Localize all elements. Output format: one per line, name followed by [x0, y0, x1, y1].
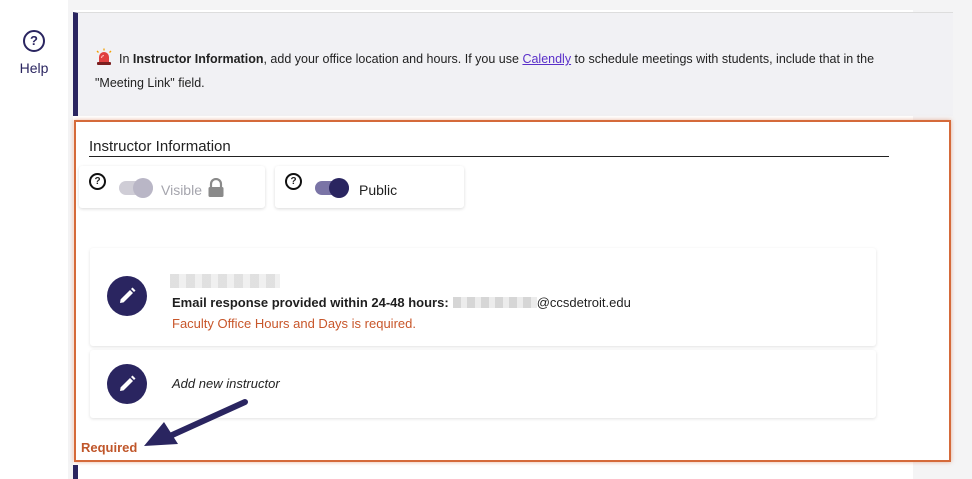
visible-label: Visible: [161, 182, 202, 198]
public-switch[interactable]: [315, 178, 349, 198]
next-banner-edge: [73, 465, 78, 479]
banner-text: In Instructor Information, add your offi…: [95, 47, 895, 95]
instructor-card: Email response provided within 24-48 hou…: [90, 248, 876, 346]
question-icon[interactable]: ?: [285, 173, 302, 190]
visible-switch[interactable]: [119, 178, 153, 198]
question-icon[interactable]: ?: [89, 173, 106, 190]
help-label: Help: [19, 60, 49, 76]
email-label: Email response provided within 24-48 hou…: [172, 295, 449, 310]
alarm-light-icon: [96, 48, 112, 65]
calendly-link[interactable]: Calendly: [522, 52, 571, 66]
public-toggle-card: ? Public: [275, 166, 464, 208]
email-response-line: Email response provided within 24-48 hou…: [172, 295, 631, 310]
annotation-arrow-icon: [144, 399, 248, 446]
banner-bold: Instructor Information: [132, 52, 264, 66]
lock-icon: [208, 178, 224, 197]
redacted-instructor-name: [170, 274, 280, 288]
redacted-email: [452, 297, 537, 308]
public-label: Public: [359, 182, 398, 198]
help-circle-icon: ?: [23, 30, 45, 52]
help-rail: ? Help: [0, 0, 68, 479]
banner-prefix: In: [119, 52, 133, 66]
edit-instructor-button[interactable]: [107, 276, 147, 316]
office-hours-error: Faculty Office Hours and Days is require…: [172, 316, 416, 331]
section-title: Instructor Information: [89, 138, 889, 157]
email-domain: @ccsdetroit.edu: [536, 295, 631, 310]
visible-toggle-card: ? Visible: [79, 166, 265, 208]
info-banner: In Instructor Information, add your offi…: [73, 12, 953, 116]
required-label: Required: [81, 440, 138, 455]
pencil-icon: [120, 287, 136, 303]
banner-middle: , add your office location and hours. If…: [263, 52, 523, 66]
add-instructor-label: Add new instructor: [172, 376, 280, 391]
pencil-icon: [120, 375, 136, 391]
help-button[interactable]: ? Help: [0, 30, 68, 76]
